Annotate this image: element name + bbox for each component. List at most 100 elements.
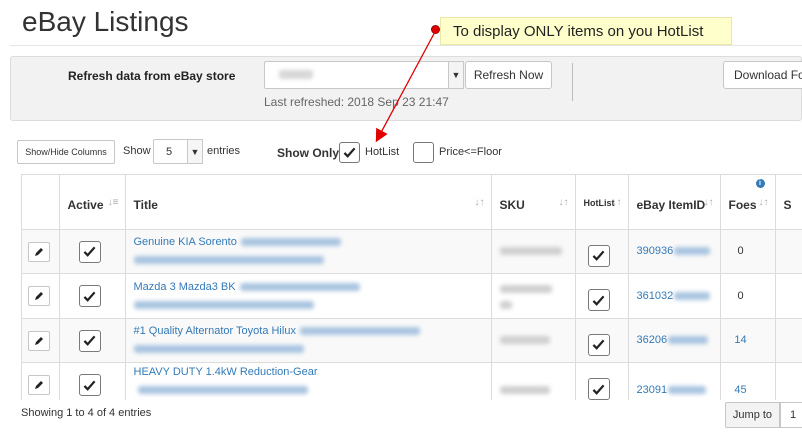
store-name-redacted xyxy=(279,70,313,79)
foes-cell: 0 xyxy=(720,229,776,274)
check-icon xyxy=(592,384,605,395)
redacted-text xyxy=(133,300,314,309)
check-icon xyxy=(592,295,605,306)
show-hide-columns-button[interactable]: Show/Hide Columns xyxy=(17,140,115,164)
edit-button[interactable] xyxy=(28,375,50,395)
listing-title-link[interactable]: #1 Quality Alternator Toyota Hilux xyxy=(134,325,296,337)
redacted-sku xyxy=(499,336,550,345)
store-select[interactable] xyxy=(264,61,464,89)
check-icon xyxy=(592,339,605,350)
sort-icon: ↓↑ xyxy=(703,197,714,208)
show-only-label: Show Only xyxy=(277,146,340,160)
redacted-sku xyxy=(499,386,550,395)
redacted-sku xyxy=(499,300,512,309)
header-foes[interactable]: i Foes ↓↑ xyxy=(720,175,776,230)
edit-button[interactable] xyxy=(28,330,50,351)
entries-value: 5 xyxy=(166,146,173,158)
pencil-icon xyxy=(35,292,43,300)
active-checkbox[interactable] xyxy=(78,240,101,263)
page-number-input[interactable]: 1 xyxy=(780,402,802,428)
title-divider xyxy=(10,45,802,46)
download-button[interactable]: Download Fo xyxy=(723,61,802,89)
redacted-id xyxy=(674,247,711,256)
refresh-now-button[interactable]: Refresh Now xyxy=(465,61,552,89)
chevron-down-icon[interactable]: ▼ xyxy=(187,139,203,164)
item-id-cell: 36206 xyxy=(628,318,721,363)
header-title[interactable]: Title ↓↑ xyxy=(125,175,492,230)
item-id-link[interactable]: 23091 xyxy=(637,384,668,396)
sort-icon: ↓≡ xyxy=(107,197,119,208)
foes-cell[interactable]: 45 xyxy=(720,362,776,400)
check-icon xyxy=(83,246,96,257)
redacted-id xyxy=(668,386,707,395)
check-icon xyxy=(83,335,96,346)
active-checkbox[interactable] xyxy=(78,374,101,396)
table-row: HEAVY DUTY 1.4kW Reduction-Gear 23091 45 xyxy=(22,362,802,400)
pencil-icon xyxy=(35,381,43,389)
redacted-text xyxy=(137,386,308,395)
redacted-id xyxy=(674,291,711,300)
sku-cell xyxy=(491,318,576,363)
redacted-sku xyxy=(499,284,552,293)
listings-table: Active ↓≡ Title ↓↑ SKU ↓↑ HotList ↓↑ eBay It… xyxy=(21,174,802,400)
hotlist-cell xyxy=(575,273,629,319)
active-cell xyxy=(59,229,126,274)
extra-cell xyxy=(775,362,802,400)
extra-cell xyxy=(775,229,802,274)
active-cell xyxy=(59,362,126,400)
hotlist-filter-checkbox[interactable] xyxy=(339,142,360,163)
hotlist-checkbox[interactable] xyxy=(587,244,610,267)
jump-to-button[interactable]: Jump to xyxy=(725,402,780,428)
sort-icon: ↓↑ xyxy=(474,197,485,208)
foes-cell[interactable]: 14 xyxy=(720,318,776,363)
header-extra[interactable]: S xyxy=(775,175,802,230)
foes-cell: 0 xyxy=(720,273,776,319)
hotlist-checkbox[interactable] xyxy=(587,289,610,311)
sort-icon: ↓↑ xyxy=(558,197,569,208)
redacted-id xyxy=(668,336,709,345)
price-floor-checkbox[interactable] xyxy=(413,142,434,163)
header-sku[interactable]: SKU ↓↑ xyxy=(491,175,576,230)
pencil-icon xyxy=(35,336,43,345)
edit-cell xyxy=(22,318,60,363)
extra-cell xyxy=(775,273,802,319)
title-cell: Mazda 3 Mazda3 BK xyxy=(125,273,492,319)
table-row: Mazda 3 Mazda3 BK 361032 0 xyxy=(22,273,802,319)
active-checkbox[interactable] xyxy=(78,285,101,307)
header-active[interactable]: Active ↓≡ xyxy=(59,175,126,230)
table-row: Genuine KIA Sorento 390936 0 xyxy=(22,229,802,274)
check-icon xyxy=(592,250,605,261)
refresh-toolbar: Refresh data from eBay store ▼ Refresh N… xyxy=(10,56,802,121)
header-hotlist[interactable]: HotList ↓↑ xyxy=(575,175,629,230)
active-checkbox[interactable] xyxy=(78,329,101,352)
listing-title-link[interactable]: Genuine KIA Sorento xyxy=(134,236,237,248)
hotlist-cell xyxy=(575,229,629,274)
last-refreshed-text: Last refreshed: 2018 Sep 23 21:47 xyxy=(264,95,449,109)
extra-cell xyxy=(775,318,802,363)
info-icon[interactable]: i xyxy=(755,179,765,188)
sku-cell xyxy=(491,362,576,400)
listing-title-link[interactable]: HEAVY DUTY 1.4kW Reduction-Gear xyxy=(134,366,318,378)
item-id-link[interactable]: 361032 xyxy=(637,290,674,302)
hotlist-checkbox[interactable] xyxy=(587,378,610,400)
refresh-label: Refresh data from eBay store xyxy=(68,69,236,83)
active-cell xyxy=(59,273,126,319)
redacted-text xyxy=(240,238,341,247)
active-cell xyxy=(59,318,126,363)
header-item-id[interactable]: eBay ItemID ↓↑ xyxy=(628,175,721,230)
listing-title-link[interactable]: Mazda 3 Mazda3 BK xyxy=(134,281,236,293)
item-id-link[interactable]: 390936 xyxy=(637,245,674,257)
check-icon xyxy=(83,291,96,302)
item-id-cell: 23091 xyxy=(628,362,721,400)
item-id-link[interactable]: 36206 xyxy=(637,334,668,346)
showing-entries-text: Showing 1 to 4 of 4 entries xyxy=(21,407,152,419)
hotlist-callout: To display ONLY items on you HotList xyxy=(440,17,732,45)
edit-cell xyxy=(22,273,60,319)
edit-button[interactable] xyxy=(28,241,50,262)
hotlist-checkbox[interactable] xyxy=(587,333,610,356)
header-edit xyxy=(22,175,60,230)
toolbar-divider xyxy=(572,63,573,101)
item-id-cell: 390936 xyxy=(628,229,721,274)
chevron-down-icon[interactable]: ▼ xyxy=(448,61,464,89)
edit-button[interactable] xyxy=(28,286,50,306)
